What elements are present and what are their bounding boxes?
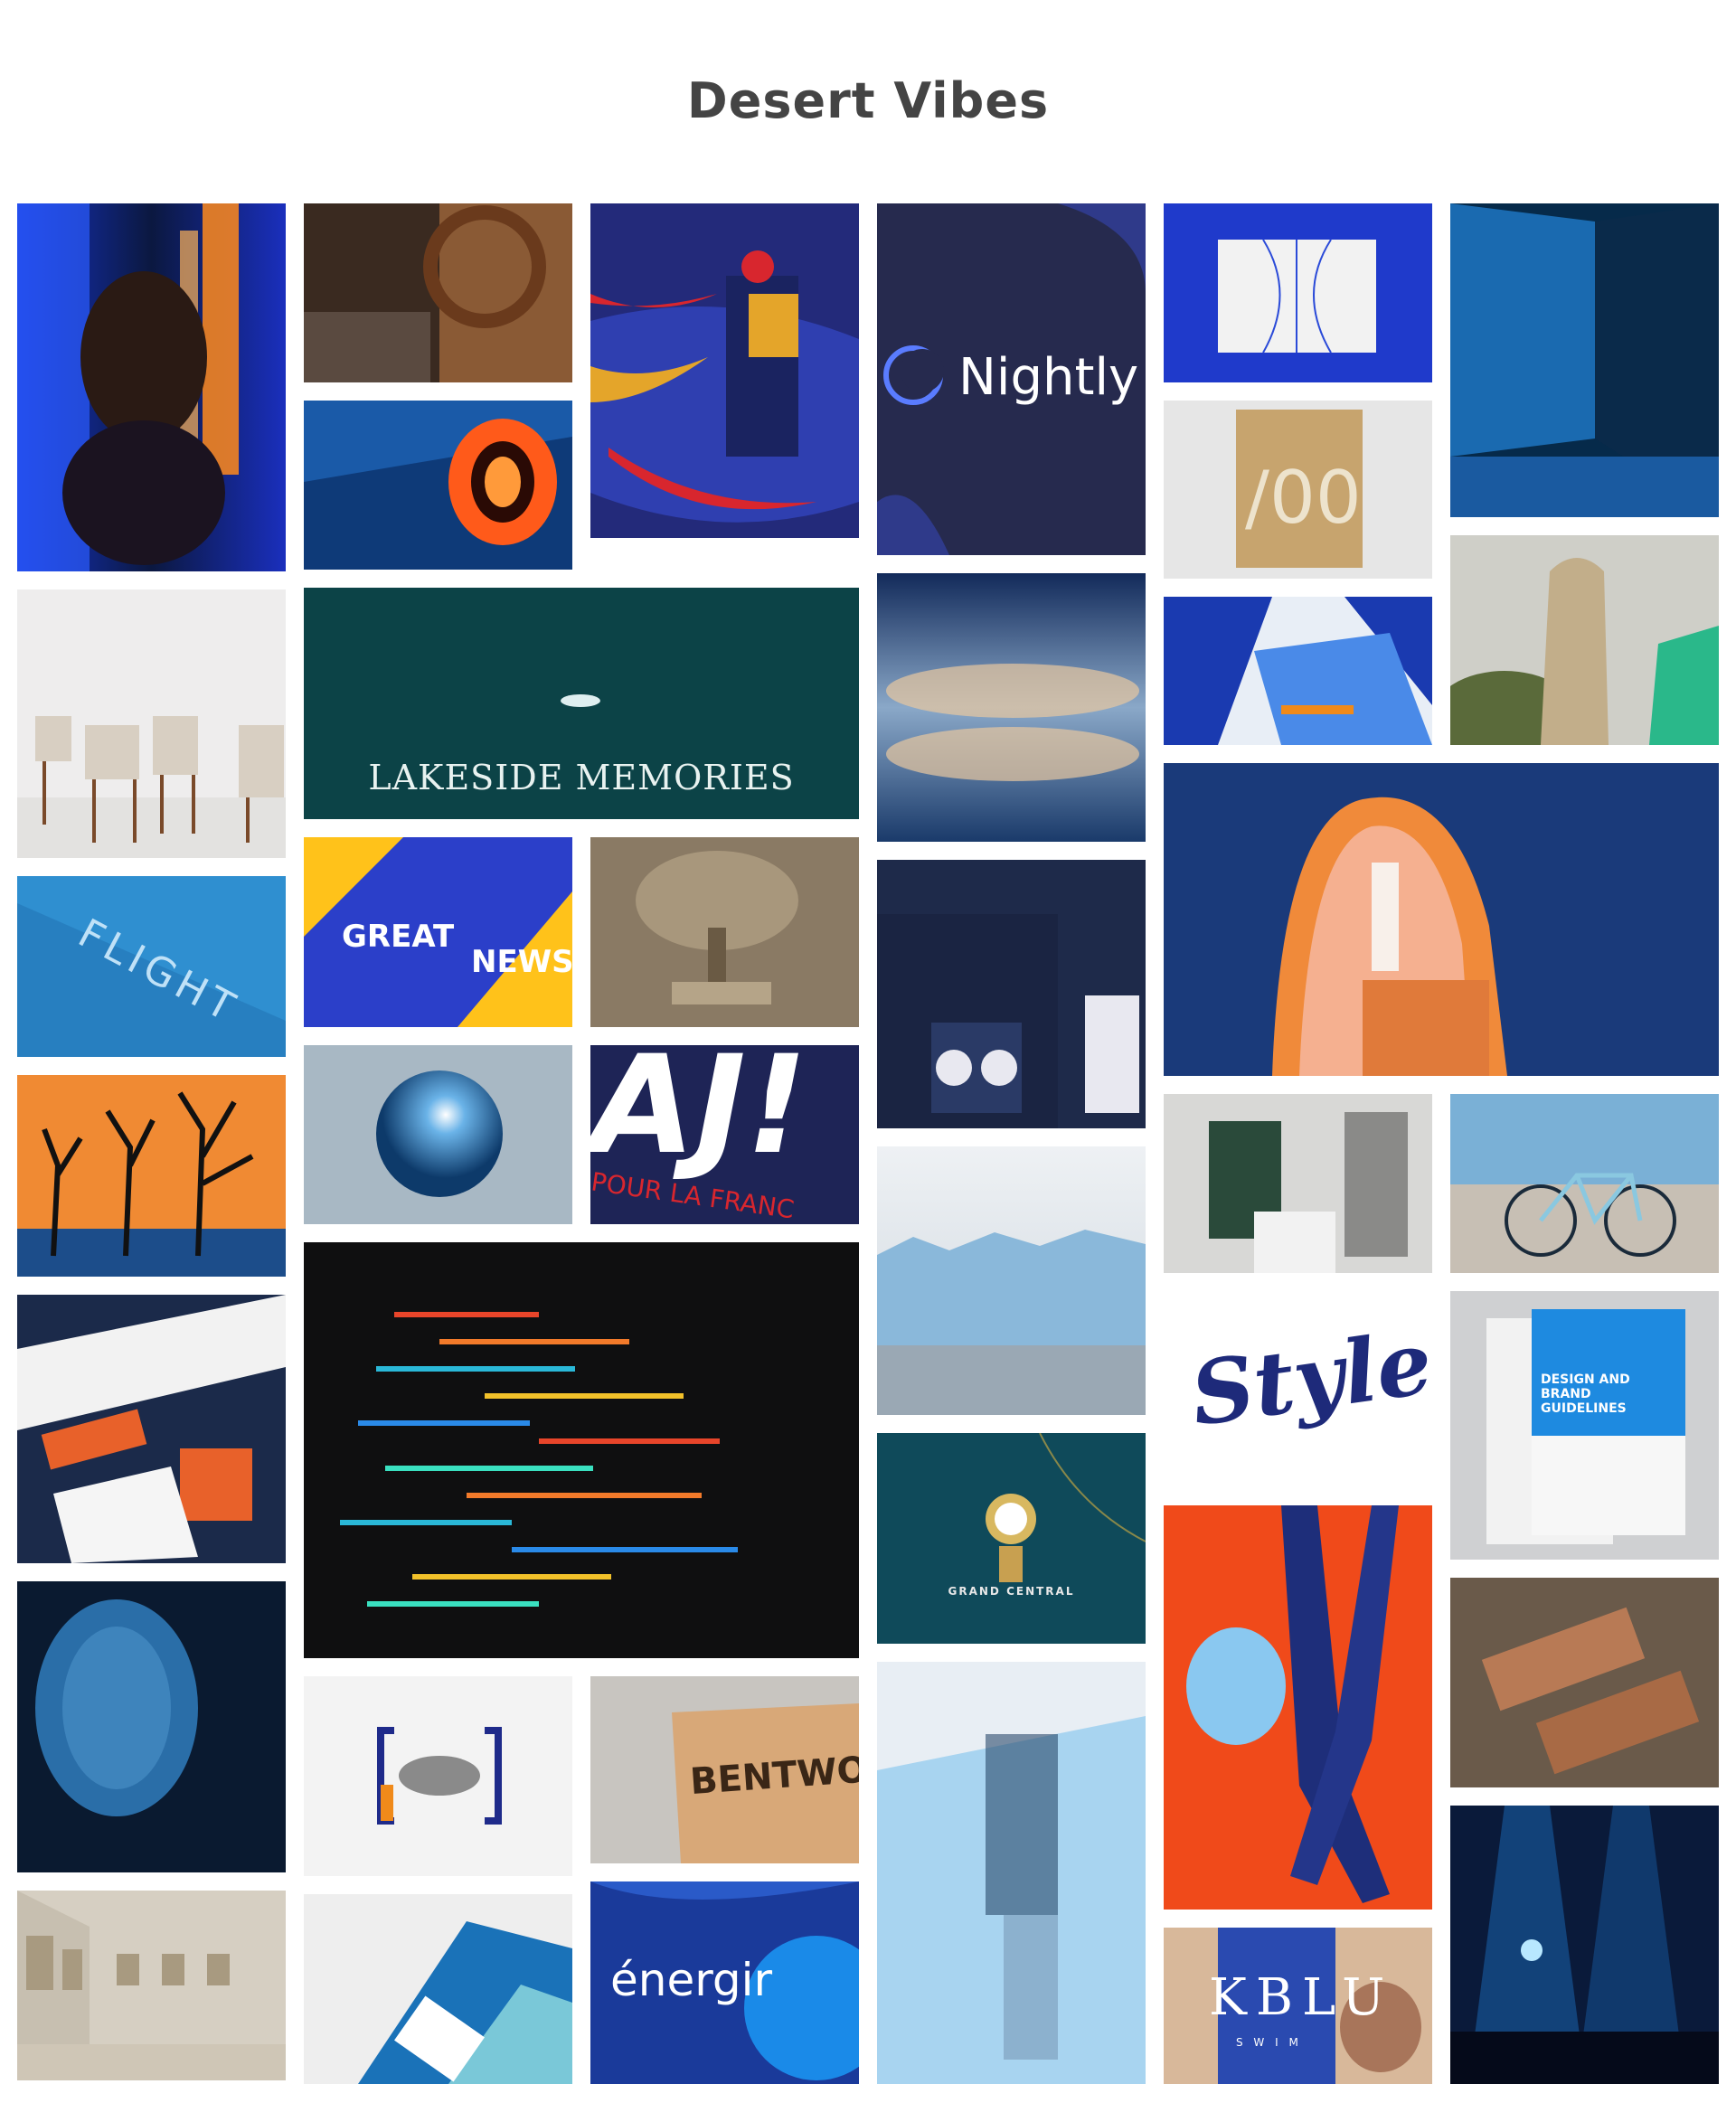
cloud-bracket-image: [304, 1676, 572, 1876]
tile-lobby-interior[interactable]: [1164, 1094, 1432, 1273]
nightly-label: Nightly: [958, 348, 1139, 407]
neon-portrait-image: [17, 203, 286, 571]
tile-car-taillight[interactable]: [304, 401, 572, 570]
tile-brand-guidelines[interactable]: DESIGN AND BRAND GUIDELINES: [1450, 1291, 1719, 1560]
tile-kraft-book[interactable]: /00: [1164, 401, 1432, 579]
tile-flight-card[interactable]: FLIGHT: [17, 876, 286, 1057]
razor-packaging-image: [304, 1894, 572, 2084]
taillight-image: [304, 401, 572, 570]
car-interior-image: [304, 203, 572, 382]
tile-orange-stationery[interactable]: [17, 1295, 286, 1563]
guidelines-label: DESIGN AND BRAND GUIDELINES: [1541, 1372, 1630, 1416]
tile-great-news[interactable]: GREAT NEWS: [304, 837, 572, 1027]
tile-neon-portrait[interactable]: [17, 203, 286, 571]
news-label: NEWS: [471, 944, 572, 980]
tile-blue-book[interactable]: [1164, 203, 1432, 382]
desert-trees-image: [17, 1075, 286, 1277]
chairs-image: [17, 589, 286, 858]
tile-bentwood-sign[interactable]: BENTWOOD: [590, 1676, 859, 1863]
sphere-image: [304, 1045, 572, 1224]
tile-aquarium-tunnel[interactable]: [1450, 203, 1719, 517]
merlion-image: [1450, 535, 1719, 745]
cave-illustration-image: [1164, 763, 1719, 1076]
tile-lakeside-memories[interactable]: LAKESIDE MEMORIES: [304, 588, 859, 819]
tile-pool-illustration[interactable]: [1164, 597, 1432, 745]
tile-aj-poster[interactable]: AJ! POUR LA FRANC: [590, 1045, 859, 1224]
tile-sand-sculpture[interactable]: [590, 837, 859, 1027]
tile-motion-blur-figure[interactable]: [877, 1662, 1146, 2084]
pool-illustration-image: [1164, 597, 1432, 745]
blue-book-image: [1164, 203, 1432, 382]
tile-style-lettering[interactable]: Style: [1164, 1291, 1432, 1487]
tile-glowing-sphere[interactable]: [304, 1045, 572, 1224]
tile-car-interior[interactable]: [304, 203, 572, 382]
kraft-book-image: /00: [1164, 401, 1432, 579]
tile-chairs[interactable]: [17, 589, 286, 858]
tile-razor-packaging[interactable]: [304, 1894, 572, 2084]
underwater-face-image: [17, 1581, 286, 1872]
cloud-reflection-image: [877, 573, 1146, 842]
tile-kblu-swim[interactable]: KBLU S W I M: [1164, 1928, 1432, 2084]
leather-tags-image: [1450, 1578, 1719, 1787]
tile-grand-central[interactable]: GRAND CENTRAL: [877, 1433, 1146, 1644]
motion-blur-image: [877, 1662, 1146, 2084]
tile-concert-lights[interactable]: [1450, 1806, 1719, 2084]
sand-sculpture-image: [590, 837, 859, 1027]
energir-label: énergir: [610, 1954, 773, 2006]
tile-blue-tights[interactable]: [1164, 1505, 1432, 1910]
canoe-illustration-image: [590, 203, 859, 570]
great-label: GREAT: [342, 919, 455, 955]
glacier-image: [877, 1146, 1146, 1415]
guidelines-image: [1450, 1291, 1719, 1560]
concert-image: [1450, 1806, 1719, 2084]
tile-underwater-face[interactable]: [17, 1581, 286, 1872]
tile-cloud-reflection[interactable]: [877, 573, 1146, 842]
blue-tights-image: [1164, 1505, 1432, 1910]
kblu-label: KBLU: [1209, 1968, 1394, 2027]
aquarium-image: [1450, 203, 1719, 517]
grand-central-label: GRAND CENTRAL: [948, 1585, 1075, 1598]
tile-energir-logo[interactable]: énergir: [590, 1881, 859, 2084]
tile-nightly-logo[interactable]: Nightly: [877, 203, 1146, 555]
tile-appliance-store[interactable]: [877, 860, 1146, 1128]
tile-gallery-room[interactable]: [17, 1891, 286, 2080]
tile-glacier[interactable]: [877, 1146, 1146, 1415]
tile-desert-trees[interactable]: [17, 1075, 286, 1277]
kblu-sub-label: S W I M: [1236, 2036, 1302, 2049]
gallery-room-image: [17, 1891, 286, 2080]
data-streaks-image: [304, 1242, 859, 1658]
svg-text:/00: /00: [1245, 456, 1362, 540]
lakeside-label: LAKESIDE MEMORIES: [368, 758, 795, 797]
board-title: Desert Vibes: [686, 72, 1050, 129]
stationery-image: [17, 1295, 286, 1563]
grand-central-image: [877, 1433, 1146, 1644]
appliance-store-image: [877, 860, 1146, 1128]
tile-leather-tags[interactable]: [1450, 1578, 1719, 1787]
tile-canoe-illustration[interactable]: [590, 203, 859, 570]
aj-label: AJ!: [590, 1045, 808, 1184]
lobby-image: [1164, 1094, 1432, 1273]
tile-bicycle[interactable]: [1450, 1094, 1719, 1273]
tile-cloud-bracket-logo[interactable]: [304, 1676, 572, 1876]
bicycle-image: [1450, 1094, 1719, 1273]
tile-cave-illustration[interactable]: [1164, 763, 1719, 1076]
tile-data-visualization[interactable]: [304, 1242, 859, 1658]
tile-merlion[interactable]: [1450, 535, 1719, 745]
